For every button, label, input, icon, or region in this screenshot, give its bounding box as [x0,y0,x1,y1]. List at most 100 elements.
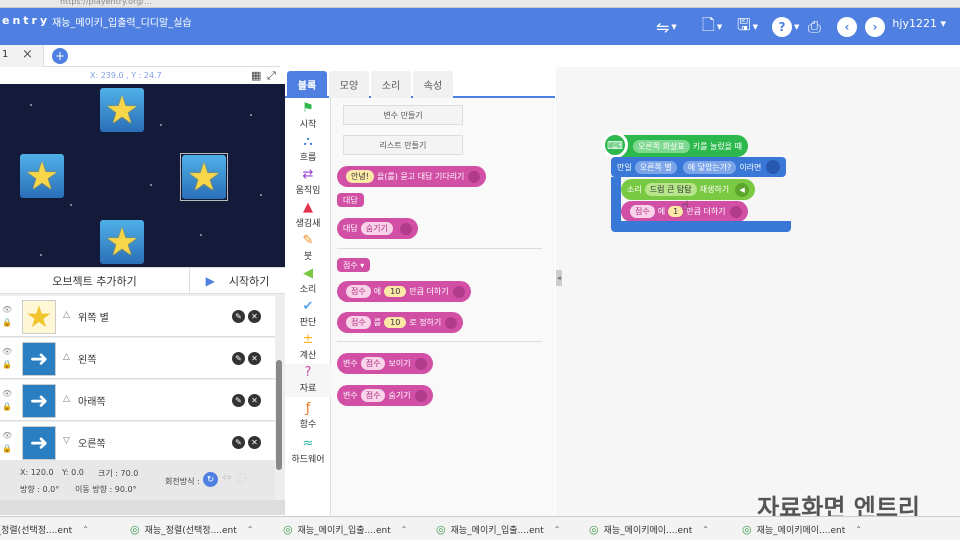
dropdown[interactable]: 점수 [360,389,386,402]
start-button[interactable]: ▶ 시작하기 [190,268,285,294]
pencil-icon[interactable]: ✎ [232,310,245,323]
object-row-selected[interactable]: 👁 🔒 ➜ ▽ 오른쪽 ✎ ✕ [0,422,275,463]
category-move[interactable]: ⇄ 움직임 [285,166,331,199]
triangle-down-icon[interactable]: ▽ [63,436,70,446]
make-list-button[interactable]: 리스트 만들기 [343,135,463,155]
download-item[interactable]: ◎ 재능_메이키메이....ent ⌃ [742,520,892,538]
sprite-selection-box[interactable] [180,153,228,201]
star-sprite-top[interactable]: ★ [100,88,144,132]
undo-button[interactable]: ‹ [837,14,857,40]
lock-icon[interactable]: 🔒 [2,318,12,327]
dropdown[interactable]: 숨기기 [360,222,393,235]
pencil-icon[interactable]: ✎ [232,436,245,449]
ask-block[interactable]: 안녕! 을(를) 묻고 대답 기다리기 [337,166,487,187]
download-item[interactable]: ◎ 재능_메이키메이....ent ⌃ [589,520,739,538]
object-name[interactable]: 왼쪽 [78,351,96,366]
close-icon[interactable]: × [22,47,33,62]
hide-answer-block[interactable]: 대답 숨기기 [337,218,418,239]
category-start[interactable]: ⚑ 시작 [285,100,331,133]
tab-sounds[interactable]: 소리 [371,71,411,98]
user-menu[interactable]: hjy1221 ▾ [892,17,946,30]
category-brush[interactable]: ✎ 붓 [285,232,331,265]
rotate-icon[interactable]: ↻ [203,472,218,487]
answer-block[interactable]: 대답 [337,193,364,207]
object-name[interactable]: 오른쪽 [78,435,106,450]
sound-dropdown[interactable]: 드럼 큰 탐탐 [644,183,697,196]
hide-variable-block[interactable]: 변수 점수 숨기기 [337,385,433,406]
project-title[interactable]: 재능_메이키_입출력_디디알_실습 [52,14,192,29]
tab-blocks[interactable]: 블록 [287,71,327,98]
lock-icon[interactable]: 🔒 [2,444,12,453]
object-name[interactable]: 아래쪽 [78,393,106,408]
lock-icon[interactable]: 🔒 [2,360,12,369]
set-variable-block[interactable]: 점수 를 10 로 정하기 [337,312,464,333]
dropdown[interactable]: 점수 [346,285,371,298]
rotation-options[interactable]: ⇔ ◌ [222,470,246,484]
download-item[interactable]: ◎ 재능_메이키_입출....ent ⌃ [283,520,433,538]
play-sound-block[interactable]: 소리 드럼 큰 탐탐 재생하기 ◀ [621,179,756,200]
lock-icon[interactable]: 🔒 [2,402,12,411]
make-variable-button[interactable]: 변수 만들기 [343,105,463,125]
tab-properties[interactable]: 속성 [413,71,453,98]
object-row[interactable]: 👁 🔒 ➜ △ 아래쪽 ✎ ✕ [0,380,275,421]
close-icon[interactable]: ✕ [248,436,261,449]
chevron-up-icon[interactable]: ⌃ [855,525,862,534]
chevron-up-icon[interactable]: ⌃ [702,525,709,534]
object-name[interactable]: 위쪽 별 [78,309,109,324]
tab-shapes[interactable]: 모양 [329,71,369,98]
object-row[interactable]: 👁 🔒 ➜ △ 왼쪽 ✎ ✕ [0,338,275,379]
object-row[interactable]: 👁 🔒 ★ △ 위쪽 별 ✎ ✕ [0,296,275,337]
object-list-scrollbar[interactable] [276,360,282,470]
category-flow[interactable]: ⛬ 흐름 [285,133,331,166]
category-looks[interactable]: ▲ 생김새 [285,199,331,232]
variable-dropdown[interactable]: 점수 [630,205,655,218]
chevron-up-icon[interactable]: ⌃ [247,525,254,534]
object-dropdown[interactable]: 오른쪽 별 [634,160,677,174]
scene-tab[interactable]: 1 × [0,45,44,67]
dropdown[interactable]: 점수 [360,357,386,370]
redo-button[interactable]: › [865,14,885,40]
eye-icon[interactable]: 👁 [2,305,12,314]
score-variable-block[interactable]: 점수 ▾ [337,258,371,272]
chevron-up-icon[interactable]: ⌃ [554,525,561,534]
key-dropdown[interactable]: 오른쪽 화살표 [633,139,690,153]
prop-move-direction[interactable]: 이동 방향 : 90.0° [75,484,137,495]
new-file-button[interactable]: 🗋 ▼ [702,14,722,40]
close-icon[interactable]: ✕ [248,394,261,407]
add-object-button[interactable]: 오브젝트 추가하기 [0,268,190,294]
category-hardware[interactable]: ≈ 하드웨어 [285,435,331,468]
chevron-up-icon[interactable]: ⌃ [82,525,89,534]
category-function[interactable]: ƒ 함수 [285,400,331,433]
download-item[interactable]: ◎ 재능_정렬(선택정....ent ⌃ [130,520,280,538]
star-sprite-left[interactable]: ★ [20,154,64,198]
ask-text[interactable]: 안녕! [346,170,374,183]
show-variable-block[interactable]: 변수 점수 보이기 [337,353,433,374]
prop-direction[interactable]: 방향 : 0.0° [20,484,59,495]
if-block[interactable]: 만일 오른쪽 별 에 닿았는가? 이라면 [611,157,787,177]
close-icon[interactable]: ✕ [248,352,261,365]
number-input[interactable]: 10 [384,317,407,328]
stage-canvas[interactable]: ★ ★ ★ ★ [0,84,285,267]
script-workspace[interactable]: 오른쪽 화살표 키를 눌렀을 때 ⌨ 만일 오른쪽 별 에 닿았는가? 이라면 … [556,67,960,516]
help-button[interactable]: ? ▼ [772,14,799,40]
eye-icon[interactable]: 👁 [2,347,12,356]
prop-y[interactable]: Y: 0.0 [62,468,84,477]
browser-url-bar[interactable]: https://playentry.org/... [0,0,960,8]
pencil-icon[interactable]: ✎ [232,352,245,365]
category-data[interactable]: ? 자료 [285,364,331,397]
pencil-icon[interactable]: ✎ [232,394,245,407]
dropdown[interactable]: 점수 [346,316,371,329]
save-button[interactable]: 🖫 ▼ [737,14,758,40]
chevron-up-icon[interactable]: ⌃ [401,525,408,534]
print-button[interactable]: ⎙ [808,14,821,40]
number-input[interactable]: 10 [384,286,407,297]
category-calc[interactable]: ± 계산 [285,331,331,364]
download-item[interactable]: ◎ 재능_메이키_입출....ent ⌃ [436,520,586,538]
grid-icon[interactable]: ▦ [251,69,261,82]
eye-icon[interactable]: 👁 [2,389,12,398]
star-sprite-bottom[interactable]: ★ [100,220,144,264]
category-sound[interactable]: ◀ 소리 [285,265,331,298]
fullscreen-icon[interactable]: ⤢ [267,69,276,83]
prop-size[interactable]: 크기 : 70.0 [98,468,138,479]
add-variable-block[interactable]: 점수 에 10 만큼 더하기 [337,281,471,302]
